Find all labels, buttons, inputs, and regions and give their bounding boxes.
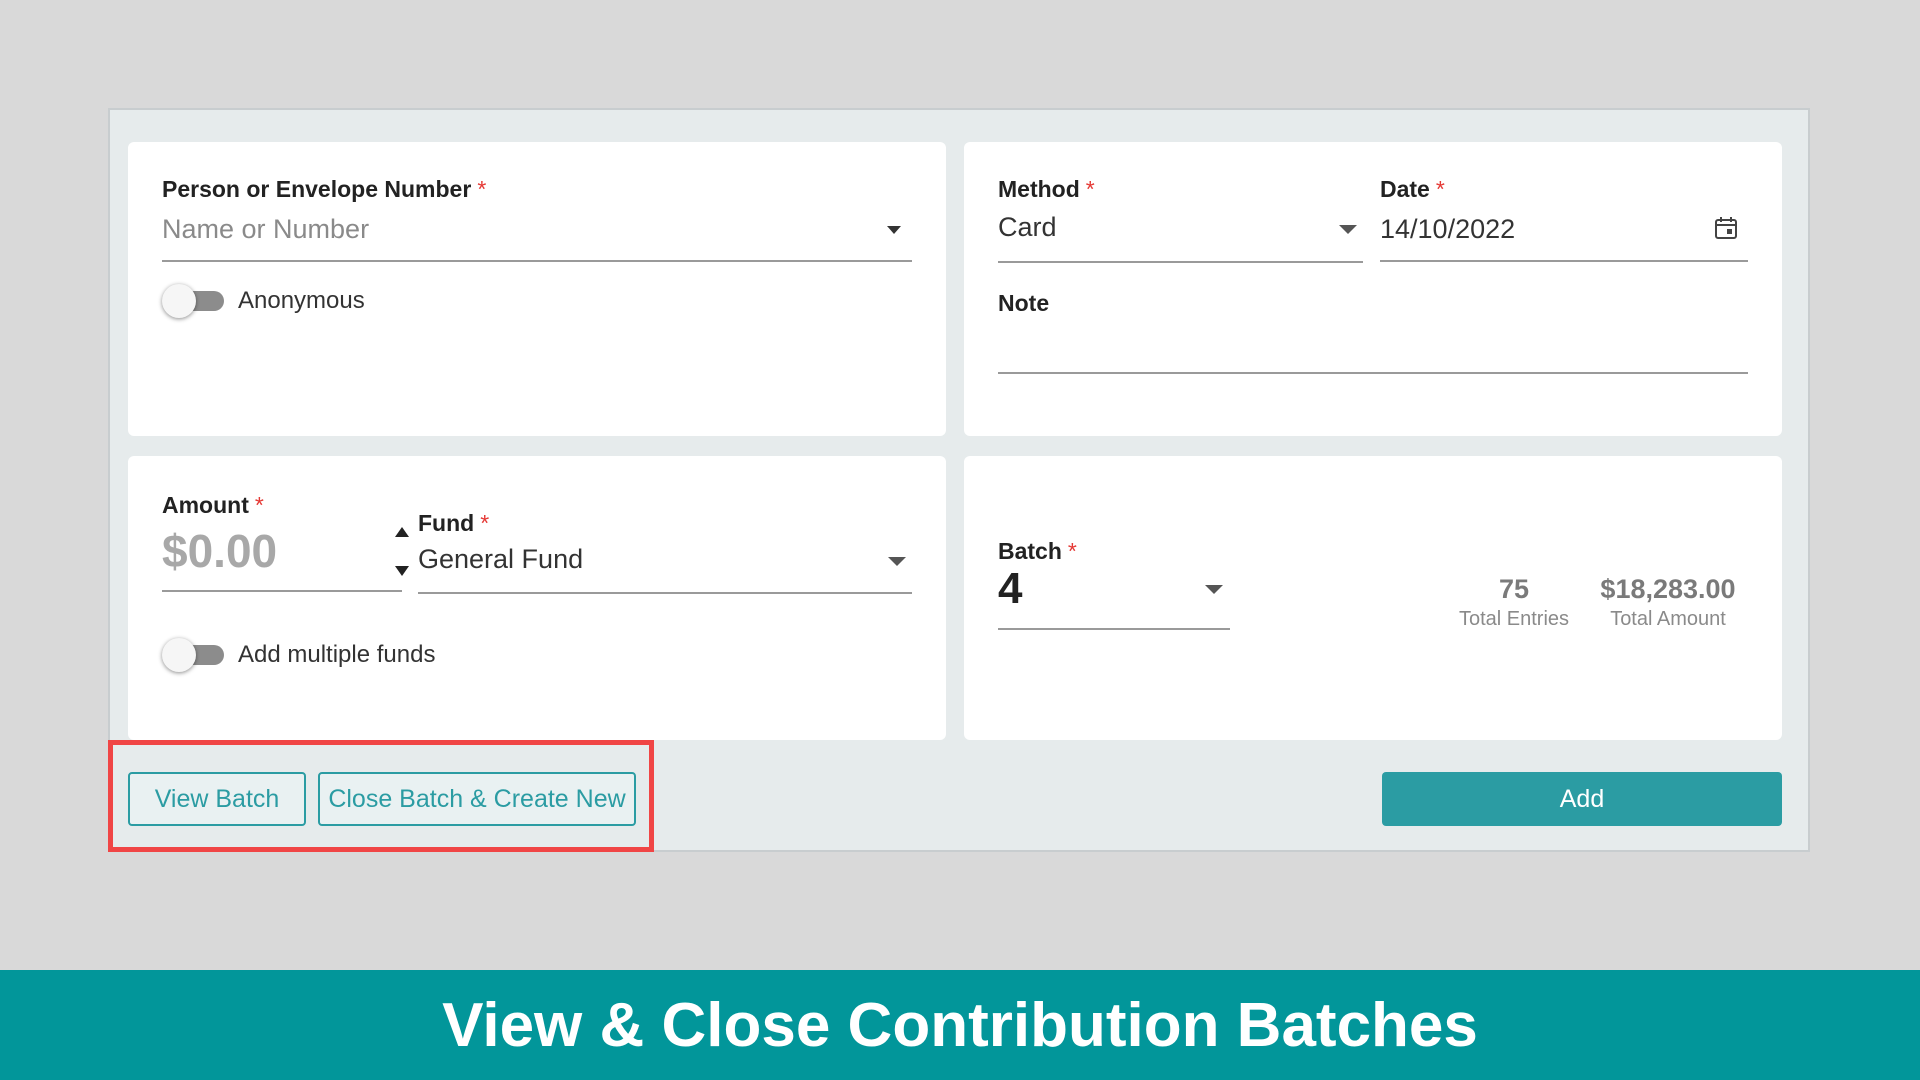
date-input[interactable]: 14/10/2022 <box>1380 214 1515 245</box>
required-mark: * <box>1067 538 1077 564</box>
required-mark: * <box>1435 176 1445 202</box>
required-mark: * <box>477 176 487 202</box>
anonymous-label: Anonymous <box>238 287 365 314</box>
method-select[interactable]: Card <box>998 212 1358 248</box>
multiple-funds-toggle[interactable] <box>162 638 224 672</box>
caption-banner: View & Close Contribution Batches <box>0 970 1920 1080</box>
date-label: Date * <box>1380 176 1445 202</box>
amount-increment-icon[interactable] <box>395 527 409 537</box>
date-underline <box>1380 260 1748 262</box>
method-underline <box>998 261 1363 263</box>
add-button[interactable]: Add <box>1382 772 1782 826</box>
required-mark: * <box>480 510 490 536</box>
required-mark: * <box>1085 176 1095 202</box>
batch-chevron-down-icon[interactable] <box>1205 585 1223 594</box>
fund-label: Fund * <box>418 510 490 536</box>
person-card: Person or Envelope Number * Name or Numbe… <box>128 142 946 436</box>
total-entries-value: 75 <box>1498 574 1530 604</box>
multiple-funds-label: Add multiple funds <box>238 641 436 668</box>
person-underline <box>162 260 912 262</box>
person-label: Person or Envelope Number * <box>162 176 487 202</box>
fund-chevron-down-icon[interactable] <box>888 557 906 566</box>
amount-input[interactable]: $0.00 <box>162 524 362 578</box>
banner-title: View & Close Contribution Batches <box>442 990 1478 1060</box>
total-entries-label: Total Entries <box>1458 608 1570 630</box>
batch-underline <box>998 628 1230 630</box>
note-label: Note <box>998 290 1050 316</box>
person-input[interactable]: Name or Number <box>162 214 902 250</box>
total-amount-label: Total Amount <box>1610 608 1726 630</box>
highlight-box <box>108 740 654 852</box>
amount-fund-card: Amount * $0.00 Fund * General Fund Add mul… <box>128 456 946 740</box>
calendar-icon[interactable] <box>1714 216 1738 240</box>
anonymous-toggle[interactable] <box>162 284 224 318</box>
method-chevron-down-icon[interactable] <box>1339 225 1357 234</box>
batch-card: Batch * 4 75 Total Entries $18,283.00 Tot… <box>964 456 1782 740</box>
total-amount-value: $18,283.00 <box>1600 574 1736 604</box>
fund-underline <box>418 592 912 594</box>
person-dropdown-chevron-down-icon[interactable] <box>887 226 901 234</box>
batch-select[interactable]: 4 <box>998 564 1198 616</box>
method-date-card: Method * Card Date * 14/10/2022 Note <box>964 142 1782 436</box>
amount-underline <box>162 590 402 592</box>
note-input[interactable] <box>998 322 1748 356</box>
fund-select[interactable]: General Fund <box>418 544 878 580</box>
required-mark: * <box>254 492 264 518</box>
batch-label: Batch * <box>998 538 1077 564</box>
amount-label: Amount * <box>162 492 264 518</box>
amount-decrement-icon[interactable] <box>395 566 409 576</box>
note-underline <box>998 372 1748 374</box>
method-label: Method * <box>998 176 1095 202</box>
